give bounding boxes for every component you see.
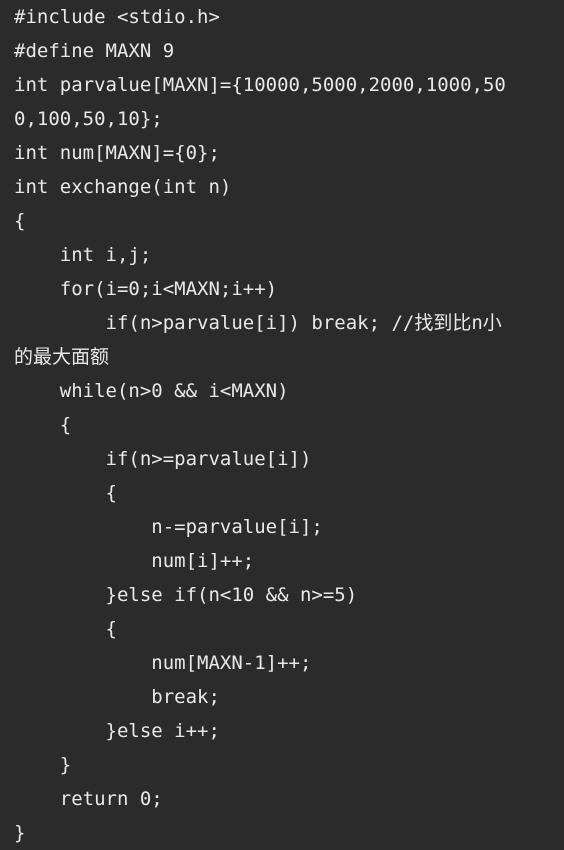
code-line-23: } [14,754,72,776]
code-line-11: 的最大面额 [14,346,110,368]
code-line-20: num[MAXN-1]++; [14,652,312,674]
code-lines: #include <stdio.h> #define MAXN 9 int pa… [14,0,564,850]
code-line-9: for(i=0;i<MAXN;i++) [14,278,278,300]
code-line-4: 0,100,50,10}; [14,108,163,130]
code-line-17: num[i]++; [14,550,255,572]
code-line-15: { [14,482,117,504]
code-line-5: int num[MAXN]={0}; [14,142,220,164]
code-line-2: #define MAXN 9 [14,40,175,62]
code-line-14: if(n>=parvalue[i]) [14,448,312,470]
code-line-16: n-=parvalue[i]; [14,516,323,538]
code-line-3: int parvalue[MAXN]={10000,5000,2000,1000… [14,74,506,96]
code-line-8: int i,j; [14,244,152,266]
code-line-12: while(n>0 && i<MAXN) [14,380,289,402]
code-line-18: }else if(n<10 && n>=5) [14,584,358,606]
code-line-13: { [14,414,72,436]
code-line-7: { [14,210,26,232]
code-line-1: #include <stdio.h> [14,6,220,28]
code-line-6: int exchange(int n) [14,176,232,198]
code-line-22: }else i++; [14,720,220,742]
code-line-25: } [14,822,26,844]
code-line-21: break; [14,686,220,708]
code-line-10: if(n>parvalue[i]) break; //找到比n小 [14,312,502,334]
code-editor: #include <stdio.h> #define MAXN 9 int pa… [0,0,564,849]
code-line-19: { [14,618,117,640]
code-line-24: return 0; [14,788,163,810]
